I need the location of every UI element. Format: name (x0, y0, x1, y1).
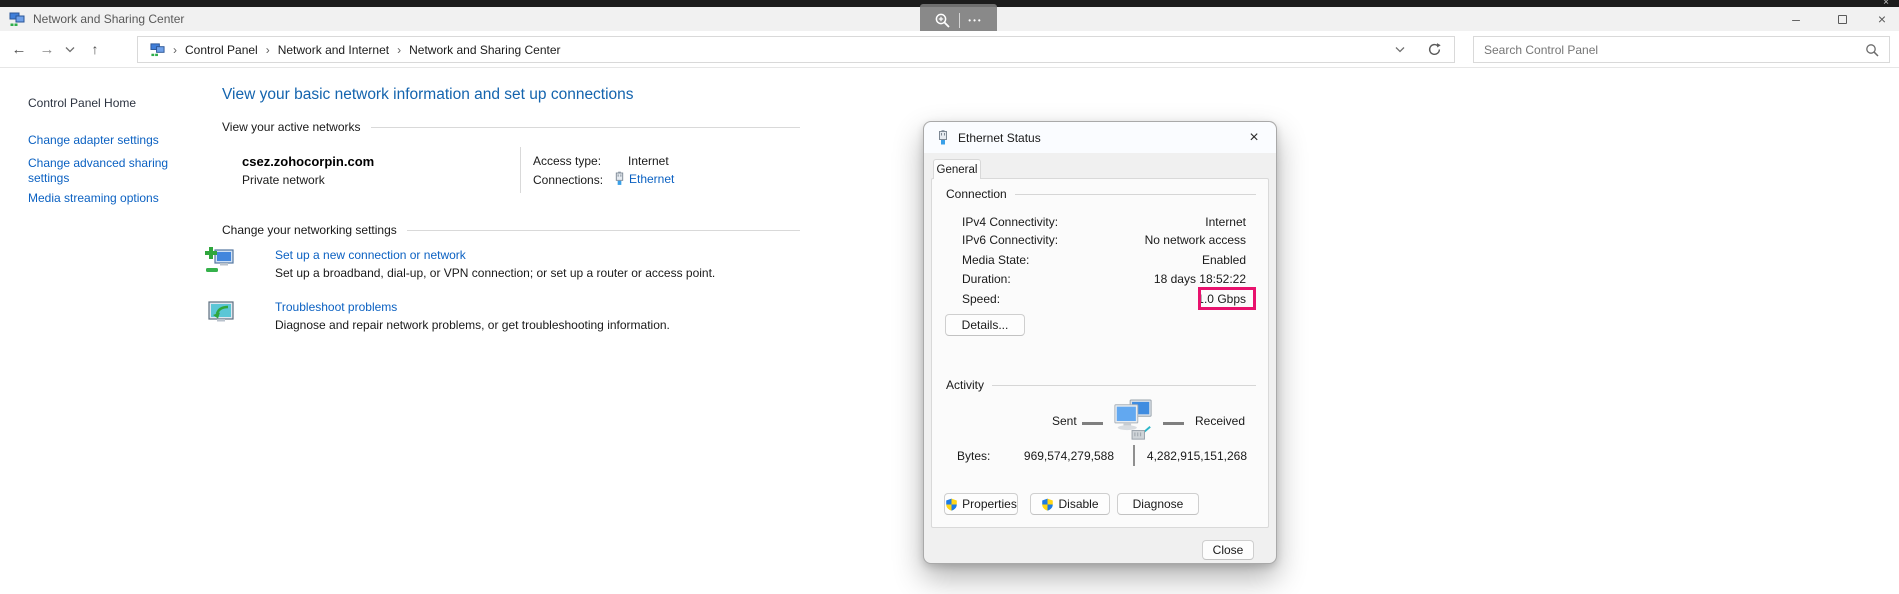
dialog-titlebar: Ethernet Status (924, 122, 1276, 153)
ethernet-status-dialog: Ethernet Status × General Connection IPv… (923, 121, 1277, 564)
close-dialog-button[interactable]: Close (1202, 540, 1254, 560)
network-name: csez.zohocorpin.com (242, 154, 375, 169)
task-setup-connection-link[interactable]: Set up a new connection or network (275, 248, 466, 262)
activity-group-label: Activity (946, 378, 985, 392)
sidebar-item-change-advanced-sharing[interactable]: Change advanced sharing settings (28, 156, 180, 186)
maximize-button[interactable] (1819, 7, 1865, 31)
connection-group-label: Connection (946, 187, 1007, 201)
ethernet-plug-icon (615, 171, 624, 185)
section-rule (370, 126, 800, 128)
network-profile: Private network (242, 173, 325, 187)
window-title: Network and Sharing Center (33, 12, 185, 26)
connections-value: Ethernet (614, 171, 674, 186)
row-ipv4: IPv4 Connectivity: Internet (962, 215, 1246, 231)
zoom-magnifier-icon[interactable] (934, 12, 951, 29)
task-troubleshoot-link[interactable]: Troubleshoot problems (275, 300, 397, 314)
connections-label: Connections: (533, 173, 604, 187)
section-rule (406, 229, 800, 231)
bytes-label: Bytes: (957, 449, 991, 463)
speed-highlight-annotation (1198, 287, 1256, 310)
row-label: Media State: (962, 253, 1030, 267)
ethernet-plug-icon (939, 130, 947, 145)
row-value: Internet (1205, 215, 1246, 229)
troubleshoot-icon (208, 301, 234, 322)
connection-group-header: Connection (946, 187, 1256, 201)
row-value: Enabled (1201, 253, 1246, 267)
disable-button[interactable]: Disable (1030, 493, 1110, 515)
bytes-separator (1133, 445, 1135, 466)
page-title: View your basic network information and … (222, 86, 634, 103)
access-type-label: Access type: (533, 154, 602, 168)
section-active-networks: View your active networks (222, 120, 800, 134)
crumb-separator: › (173, 42, 177, 57)
address-bar[interactable]: › Control Panel › Network and Internet ›… (137, 36, 1455, 63)
restore-icon (1837, 14, 1847, 24)
row-value: 18 days 18:52:22 (1153, 272, 1246, 286)
received-dash (1163, 422, 1184, 425)
access-type-value: Internet (628, 154, 669, 168)
group-rule (1014, 193, 1256, 195)
row-duration: Duration: 18 days 18:52:22 (962, 272, 1246, 288)
bytes-received-value: 4,282,915,151,268 (1146, 449, 1247, 463)
new-connection-icon (205, 247, 234, 272)
breadcrumb-network-and-internet[interactable]: Network and Internet (278, 43, 389, 57)
dialog-close-button[interactable]: × (1240, 126, 1268, 149)
row-label: IPv6 Connectivity: (962, 233, 1059, 247)
section-networking-settings: Change your networking settings (222, 223, 800, 237)
diagnose-button[interactable]: Diagnose (1117, 493, 1199, 515)
row-media-state: Media State: Enabled (962, 253, 1246, 269)
sidebar-item-control-panel-home[interactable]: Control Panel Home (28, 96, 136, 110)
row-label: Speed: (962, 292, 1001, 306)
recent-pages-chevron-icon[interactable] (60, 31, 80, 67)
uac-shield-icon (1042, 498, 1054, 511)
breadcrumb-control-panel[interactable]: Control Panel (185, 43, 258, 57)
more-options-icon[interactable]: ••• (968, 16, 982, 25)
forward-button[interactable]: → (34, 31, 60, 67)
section-active-label: View your active networks (222, 120, 361, 134)
sent-label: Sent (1052, 414, 1077, 428)
bytes-sent-value: 969,574,279,588 (1023, 449, 1114, 463)
toolbar-divider (959, 13, 961, 28)
activity-group-header: Activity (946, 378, 1256, 392)
up-button[interactable]: ↑ (82, 31, 108, 67)
uac-shield-icon (946, 498, 957, 511)
minimize-button[interactable]: – (1773, 7, 1819, 31)
disable-label: Disable (1058, 497, 1099, 511)
properties-label: Properties (962, 497, 1017, 511)
refresh-icon[interactable] (1427, 42, 1442, 57)
section-settings-label: Change your networking settings (222, 223, 397, 237)
group-rule (992, 384, 1256, 386)
properties-button[interactable]: Properties (944, 493, 1018, 515)
breadcrumb-network-icon (150, 43, 165, 57)
ethernet-link[interactable]: Ethernet (629, 172, 674, 186)
crumb-separator: › (265, 42, 270, 57)
search-box[interactable] (1473, 36, 1890, 63)
dialog-tab-page: Connection IPv4 Connectivity: Internet I… (931, 178, 1269, 528)
close-button[interactable]: × (1865, 7, 1899, 31)
sidebar-item-change-adapter-settings[interactable]: Change adapter settings (28, 133, 159, 147)
details-button[interactable]: Details... (945, 314, 1025, 336)
crumb-separator: › (397, 42, 402, 57)
sent-dash (1082, 422, 1103, 425)
address-dropdown-chevron-icon[interactable] (1395, 46, 1405, 53)
dialog-title: Ethernet Status (958, 130, 1041, 145)
row-ipv6: IPv6 Connectivity: No network access (962, 233, 1246, 249)
back-button[interactable]: ← (6, 31, 32, 67)
sidebar-item-media-streaming[interactable]: Media streaming options (28, 191, 159, 205)
search-icon[interactable] (1865, 43, 1879, 57)
network-app-icon (9, 12, 25, 26)
window-controls: – × (1773, 7, 1899, 31)
row-label: Duration: (962, 272, 1011, 286)
activity-computers-icon (1114, 399, 1152, 440)
search-input[interactable] (1484, 42, 1865, 57)
task-troubleshoot-desc: Diagnose and repair network problems, or… (275, 318, 670, 332)
row-value: No network access (1144, 233, 1246, 247)
network-divider (520, 147, 521, 193)
row-label: IPv4 Connectivity: (962, 215, 1059, 229)
task-setup-connection-desc: Set up a broadband, dial-up, or VPN conn… (275, 266, 716, 280)
tab-general[interactable]: General (933, 159, 981, 179)
breadcrumb-network-sharing-center[interactable]: Network and Sharing Center (409, 43, 560, 57)
received-label: Received (1195, 414, 1246, 428)
